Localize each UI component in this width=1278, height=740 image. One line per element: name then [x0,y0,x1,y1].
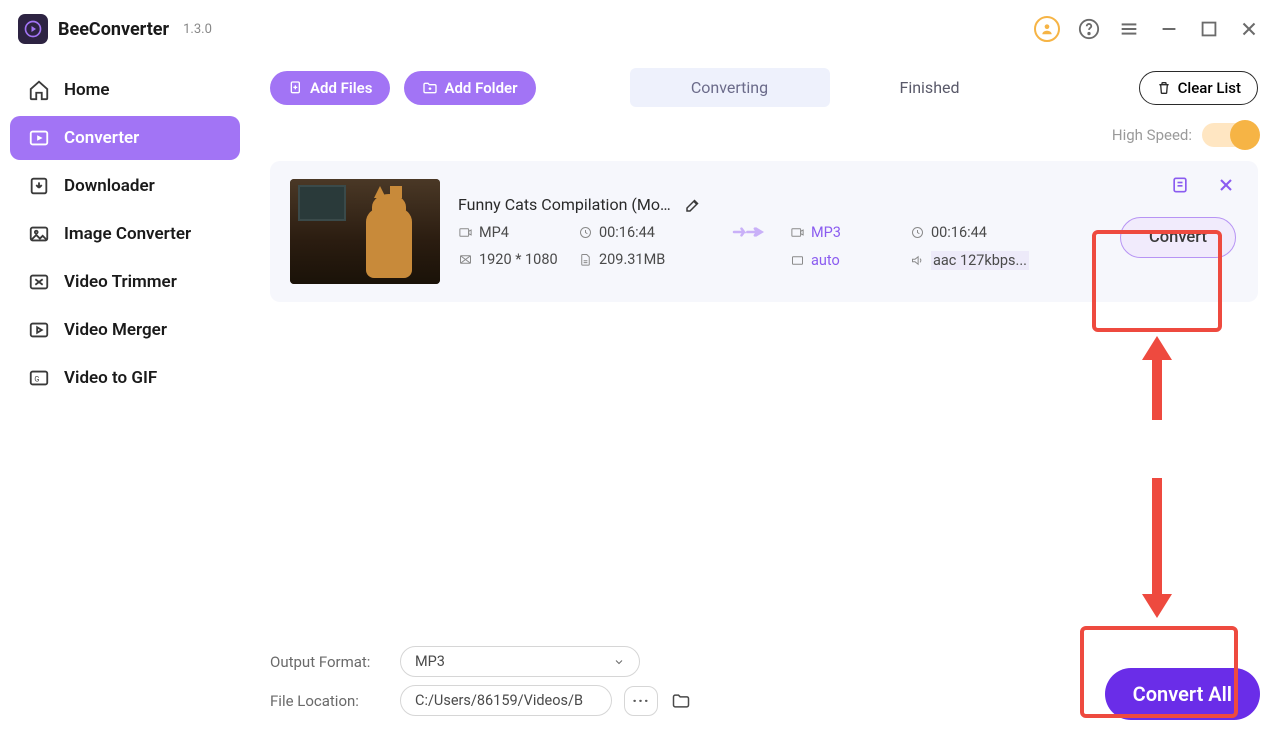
title-bar: BeeConverter 1.3.0 [0,0,1278,58]
output-format-label: Output Format: [270,653,388,671]
sidebar-item-image-converter[interactable]: Image Converter [10,212,240,256]
audio-icon [910,253,925,268]
sidebar-item-label: Downloader [64,176,155,196]
file-location-path: C:/Users/86159/Videos/B [400,685,612,716]
file-details-output: MP3 00:16:44 auto aac 127kbps... [790,224,1050,270]
sidebar-item-label: Video Trimmer [64,272,177,292]
title-right [1034,16,1260,42]
folder-icon [671,691,691,711]
logo-play-icon [24,20,42,38]
content-area: Add Files Add Folder Converting Finished… [250,58,1278,740]
out-duration: 00:16:44 [910,224,1050,241]
src-duration: 00:16:44 [578,224,698,241]
title-left: BeeConverter 1.3.0 [18,14,212,44]
app-version: 1.3.0 [183,22,212,37]
file-details-source: Funny Cats Compilation (Mos... MP4 00:16… [458,195,708,268]
convert-all-button[interactable]: Convert All [1105,668,1260,720]
chevron-down-icon [613,656,625,668]
sidebar-item-video-merger[interactable]: Video Merger [10,308,240,352]
open-folder-button[interactable] [670,690,692,712]
app-logo [18,14,48,44]
folder-plus-icon [422,80,438,96]
app-name: BeeConverter [58,19,169,40]
toggle-knob [1230,120,1260,150]
sidebar-item-converter[interactable]: Converter [10,116,240,160]
menu-icon[interactable] [1118,18,1140,40]
src-size: 209.31MB [578,251,698,268]
home-icon [28,79,50,101]
image-icon [28,223,50,245]
user-icon[interactable] [1034,16,1060,42]
converter-icon [28,127,50,149]
output-format-value: MP3 [415,653,445,670]
browse-more-button[interactable]: ··· [624,686,658,716]
high-speed-row: High Speed: [270,115,1258,161]
add-folder-label: Add Folder [444,79,517,97]
sidebar-item-downloader[interactable]: Downloader [10,164,240,208]
annotation-arrow-up [1142,336,1172,420]
video-icon [790,225,805,240]
file-card: Funny Cats Compilation (Mos... MP4 00:16… [270,161,1258,302]
out-quality[interactable]: auto [790,251,910,270]
add-folder-button[interactable]: Add Folder [404,71,535,105]
sidebar: Home Converter Downloader Image Converte… [0,58,250,740]
edit-icon[interactable] [684,196,702,214]
maximize-icon[interactable] [1198,18,1220,40]
remove-icon[interactable] [1216,175,1236,195]
gif-icon: G [28,367,50,389]
convert-button[interactable]: Convert [1120,217,1236,258]
clear-list-label: Clear List [1178,79,1241,97]
file-location-label: File Location: [270,692,388,710]
top-row: Add Files Add Folder Converting Finished… [270,68,1258,107]
scissors-icon [28,271,50,293]
minimize-icon[interactable] [1158,18,1180,40]
sidebar-item-label: Video Merger [64,320,167,340]
help-icon[interactable] [1078,18,1100,40]
annotation-arrow-down [1142,478,1172,618]
src-resolution: 1920 * 1080 [458,251,578,268]
tab-converting[interactable]: Converting [630,68,830,107]
sidebar-item-label: Converter [64,128,139,148]
download-icon [28,175,50,197]
file-title: Funny Cats Compilation (Mos... [458,195,678,214]
clear-list-button[interactable]: Clear List [1139,71,1258,105]
clock-icon [910,225,925,240]
out-codec[interactable]: aac 127kbps... [910,251,1050,270]
sidebar-item-video-to-gif[interactable]: G Video to GIF [10,356,240,400]
file-icon [578,252,593,267]
svg-text:G: G [34,375,39,384]
sidebar-item-label: Home [64,80,110,100]
output-format-select[interactable]: MP3 [400,646,640,677]
tab-group: Converting Finished [630,68,1030,107]
card-actions [1170,175,1236,195]
sidebar-item-label: Video to GIF [64,368,157,388]
resolution-icon [790,253,805,268]
sidebar-item-video-trimmer[interactable]: Video Trimmer [10,260,240,304]
sidebar-item-home[interactable]: Home [10,68,240,112]
out-format[interactable]: MP3 [790,224,910,241]
high-speed-toggle[interactable] [1202,123,1258,147]
clock-icon [578,225,593,240]
trash-icon [1156,80,1172,96]
add-files-button[interactable]: Add Files [270,71,390,105]
arrow-right-icon [732,222,766,242]
close-icon[interactable] [1238,18,1260,40]
video-icon [458,225,473,240]
add-files-label: Add Files [310,79,372,97]
merge-icon [28,319,50,341]
video-thumbnail[interactable] [290,179,440,284]
tab-finished[interactable]: Finished [830,68,1030,107]
file-plus-icon [288,80,304,96]
resolution-icon [458,252,473,267]
high-speed-label: High Speed: [1112,126,1192,144]
settings-list-icon[interactable] [1170,175,1190,195]
src-format: MP4 [458,224,578,241]
sidebar-item-label: Image Converter [64,224,191,244]
